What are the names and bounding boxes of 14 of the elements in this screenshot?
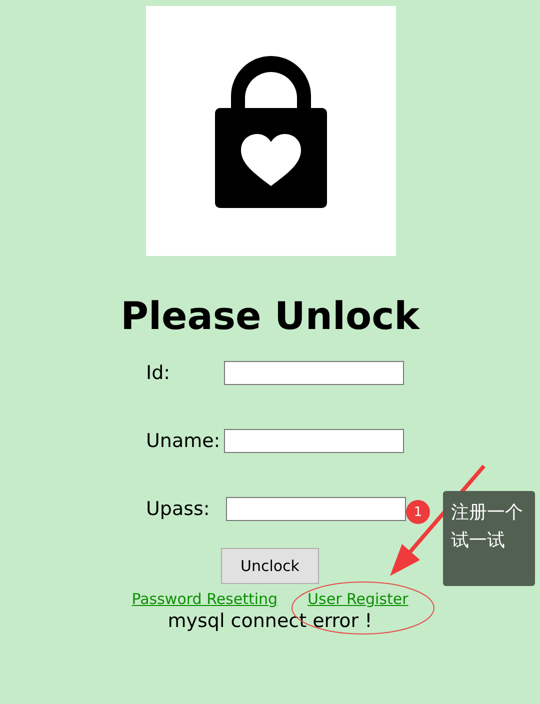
unlock-button[interactable]: Unclock xyxy=(221,548,319,584)
page-title: Please Unlock xyxy=(120,293,420,340)
field-label: Id: xyxy=(146,362,172,384)
text-link[interactable]: Password Resetting xyxy=(132,590,278,608)
input-field[interactable] xyxy=(224,361,404,385)
field-label: Upass: xyxy=(146,498,211,520)
tooltip: 注册一个试一试 xyxy=(443,491,535,586)
padlock-heart-icon xyxy=(215,56,327,208)
input-field[interactable] xyxy=(224,429,404,453)
step-badge: 1 xyxy=(406,500,430,524)
error-message: mysql connect error ! xyxy=(168,609,372,633)
text-link[interactable]: User Register xyxy=(308,590,408,608)
input-field[interactable] xyxy=(226,497,406,521)
field-label: Uname: xyxy=(146,430,222,452)
